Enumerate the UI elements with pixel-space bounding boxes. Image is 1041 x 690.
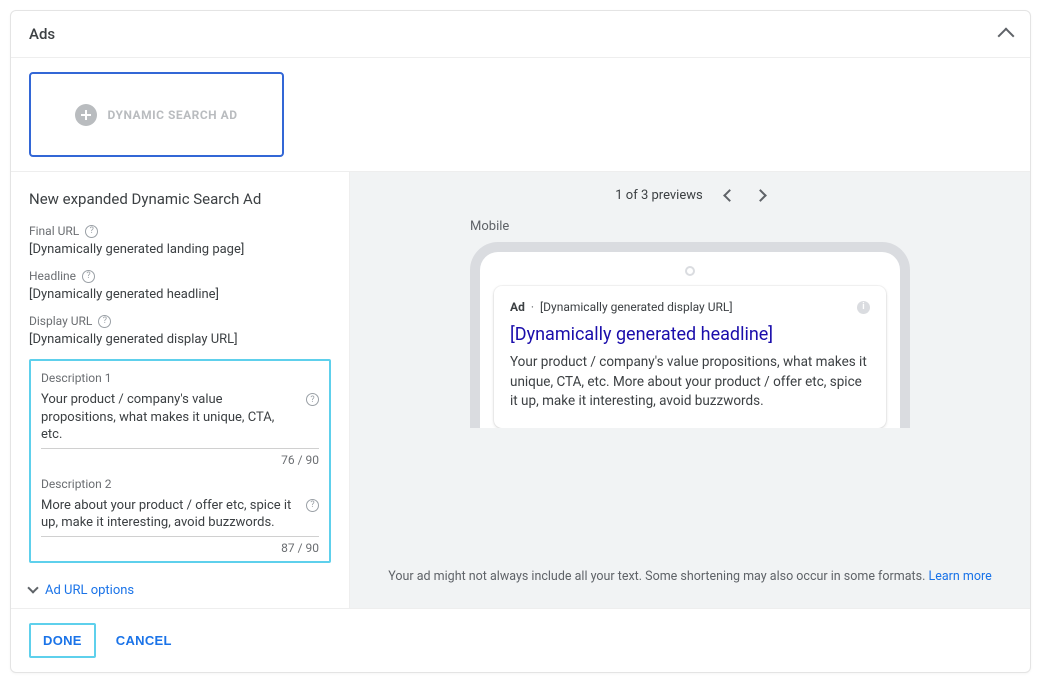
dynamic-search-ad-button[interactable]: DYNAMIC SEARCH AD xyxy=(29,72,284,157)
pager-text: 1 of 3 previews xyxy=(615,188,702,203)
ads-card: Ads DYNAMIC SEARCH AD New expanded Dynam… xyxy=(10,10,1031,673)
learn-more-link[interactable]: Learn more xyxy=(928,569,991,584)
help-icon[interactable]: ? xyxy=(306,393,319,406)
ad-url-options-toggle[interactable]: Ad URL options xyxy=(29,573,331,598)
ad-type-label: DYNAMIC SEARCH AD xyxy=(107,108,237,122)
description-2-input[interactable]: More about your product / offer etc, spi… xyxy=(41,497,319,532)
ad-url-options-label: Ad URL options xyxy=(45,583,134,598)
card-header: Ads xyxy=(11,11,1030,58)
preview-note: Your ad might not always include all you… xyxy=(350,547,1030,608)
info-icon[interactable]: i xyxy=(857,301,870,314)
description-1-count: 76 / 90 xyxy=(41,453,319,467)
help-icon[interactable]: ? xyxy=(306,499,319,512)
pager-prev-icon[interactable] xyxy=(723,189,736,202)
pager-next-icon[interactable] xyxy=(754,189,767,202)
form-panel: New expanded Dynamic Search Ad Final URL… xyxy=(11,172,350,608)
preview-note-text: Your ad might not always include all you… xyxy=(388,569,928,584)
description-1-label: Description 1 xyxy=(41,371,319,385)
description-2-count: 87 / 90 xyxy=(41,541,319,555)
help-icon[interactable]: ? xyxy=(85,225,98,238)
underline xyxy=(41,448,319,449)
help-icon[interactable]: ? xyxy=(82,270,95,283)
display-url-value: [Dynamically generated display URL] xyxy=(29,332,331,347)
description-1-field[interactable]: Description 1 ? Your product / company's… xyxy=(41,371,319,467)
done-button[interactable]: DONE xyxy=(29,623,96,658)
body: New expanded Dynamic Search Ad Final URL… xyxy=(11,172,1030,608)
ad-headline: [Dynamically generated headline] xyxy=(510,324,870,345)
speaker-icon xyxy=(685,266,695,276)
headline-label: Headline xyxy=(29,269,76,283)
preview-device-label: Mobile xyxy=(470,219,1006,234)
footer: DONE CANCEL xyxy=(11,608,1030,672)
description-1-input[interactable]: Your product / company's value propositi… xyxy=(41,391,319,444)
preview-pager: 1 of 3 previews xyxy=(350,172,1030,219)
collapse-icon[interactable] xyxy=(998,28,1015,45)
description-2-field[interactable]: Description 2 ? More about your product … xyxy=(41,477,319,555)
ad-display-url: [Dynamically generated display URL] xyxy=(540,300,733,314)
final-url-value: [Dynamically generated landing page] xyxy=(29,242,331,257)
ad-badge: Ad xyxy=(510,300,525,314)
plus-icon xyxy=(75,104,97,126)
display-url-label: Display URL xyxy=(29,314,92,328)
display-url-field: Display URL ? [Dynamically generated dis… xyxy=(29,314,331,347)
help-icon[interactable]: ? xyxy=(98,315,111,328)
chevron-down-icon xyxy=(27,583,38,594)
form-title: New expanded Dynamic Search Ad xyxy=(29,190,331,208)
final-url-field: Final URL ? [Dynamically generated landi… xyxy=(29,224,331,257)
description-2-label: Description 2 xyxy=(41,477,319,491)
descriptions-highlight: Description 1 ? Your product / company's… xyxy=(29,359,331,563)
card-title: Ads xyxy=(29,25,55,43)
mobile-preview-frame: Ad · [Dynamically generated display URL]… xyxy=(470,242,910,428)
preview-panel: 1 of 3 previews Mobile Ad · [Dynamically… xyxy=(350,172,1030,608)
underline xyxy=(41,536,319,537)
final-url-label: Final URL xyxy=(29,224,79,238)
preview-area: Mobile Ad · [Dynamically generated displ… xyxy=(350,219,1030,547)
cancel-button[interactable]: CANCEL xyxy=(116,633,172,648)
ad-preview-card: Ad · [Dynamically generated display URL]… xyxy=(494,286,886,428)
separator-dot: · xyxy=(531,300,534,314)
headline-value: [Dynamically generated headline] xyxy=(29,287,331,302)
headline-field: Headline ? [Dynamically generated headli… xyxy=(29,269,331,302)
ad-type-strip: DYNAMIC SEARCH AD xyxy=(11,58,1030,172)
ad-description: Your product / company's value propositi… xyxy=(510,353,870,412)
